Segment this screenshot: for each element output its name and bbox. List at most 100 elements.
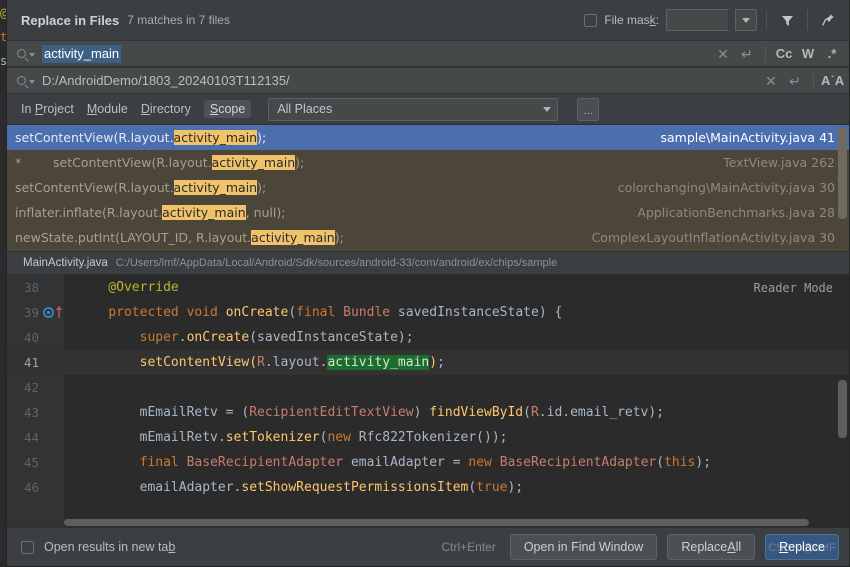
find-match-highlight: activity_main — [327, 355, 430, 370]
scope-tab-in-project[interactable]: In Project — [21, 102, 74, 116]
results-scrollbar[interactable] — [838, 127, 847, 219]
header-divider — [766, 10, 767, 30]
pin-icon[interactable] — [817, 9, 839, 31]
filter-icon[interactable] — [776, 9, 798, 31]
revert-icon[interactable]: ↵ — [736, 47, 758, 61]
scope-browse-button[interactable]: ... — [577, 97, 600, 121]
replace-input[interactable]: D:/AndroidDemo/1803_20240103T112135/ — [42, 73, 760, 88]
line-number: 42 — [23, 380, 39, 395]
reader-mode-label[interactable]: Reader Mode — [754, 281, 833, 295]
chevron-down-icon — [29, 53, 35, 57]
code-line-45: 45 final BaseRecipientAdapter emailAdapt… — [7, 450, 849, 475]
magnifier-glyph — [17, 76, 26, 85]
line-number: 38 — [23, 280, 39, 295]
result-file: ApplicationBenchmarks.java 28 — [637, 205, 835, 220]
code-text: setContentView(R.layout.activity_main); — [139, 355, 445, 370]
code-line-39: 39 protected void onCreate(final Bundle … — [7, 300, 849, 325]
file-mask-input[interactable] — [666, 9, 728, 31]
code-text: protected void onCreate(final Bundle sav… — [108, 305, 563, 320]
result-file: ComplexLayoutInflationActivity.java 30 — [591, 230, 835, 245]
scope-tab-module[interactable]: Module — [87, 102, 128, 116]
code-text: super.onCreate(savedInstanceState); — [139, 330, 414, 345]
code-line-38: 38 @Override — [7, 275, 849, 300]
result-row-2[interactable]: * setContentView(R.layout.activity_main)… — [7, 150, 849, 175]
chevron-down-icon — [742, 17, 750, 23]
match-highlight: activity_main — [211, 155, 296, 170]
match-case-toggle[interactable]: Cc — [773, 47, 795, 60]
preview-path-bar: MainActivity.java C:/Users/lmf/AppData/L… — [7, 251, 849, 275]
screen: @ t s Replace in Files 7 matches in 7 fi… — [0, 0, 850, 567]
scope-select-value: All Places — [277, 102, 333, 116]
code-line-41: 41 setContentView(R.layout.activity_main… — [7, 350, 849, 375]
dialog-header: Replace in Files 7 matches in 7 files Fi… — [7, 0, 849, 40]
close-icon[interactable]: ✕ — [760, 74, 782, 88]
magnifier-glyph — [17, 49, 26, 58]
result-code: setContentView(R.layout.activity_main); — [15, 180, 267, 195]
result-file: TextView.java 262 — [723, 155, 835, 170]
scope-tab-directory[interactable]: Directory — [141, 102, 191, 116]
line-number: 41 — [23, 355, 39, 370]
match-highlight: activity_main — [162, 205, 246, 220]
result-code: setContentView(R.layout.activity_main); — [15, 130, 267, 145]
header-divider-2 — [807, 10, 808, 30]
replace-in-files-dialog: Replace in Files 7 matches in 7 files Fi… — [6, 0, 850, 567]
editor-horizontal-scrollbar[interactable] — [64, 519, 809, 526]
code-text: emailAdapter.setShowRequestPermissionsIt… — [77, 480, 524, 495]
code-line-42: 42 — [7, 375, 849, 400]
editor-vertical-scrollbar[interactable] — [838, 380, 847, 438]
chevron-down-icon — [543, 106, 552, 112]
result-row-1[interactable]: setContentView(R.layout.activity_main); … — [7, 125, 849, 150]
result-row-4[interactable]: inflater.inflate(R.layout.activity_main,… — [7, 200, 849, 225]
page-title: Replace in Files — [21, 12, 120, 28]
gutter-markers[interactable] — [41, 306, 64, 319]
dialog-footer: Open results in new tab Ctrl+Enter Open … — [7, 527, 849, 566]
override-method-icon[interactable] — [43, 307, 54, 318]
result-row-5[interactable]: newState.putInt(LAYOUT_ID, R.layout.acti… — [7, 225, 849, 250]
search-icon[interactable] — [17, 49, 35, 58]
open-in-find-window-button[interactable]: Open in Find Window — [509, 534, 658, 560]
preview-file-path: C:/Users/lmf/AppData/Local/Android/Sdk/s… — [115, 257, 558, 269]
preview-file-name: MainActivity.java — [23, 257, 108, 269]
line-number: 44 — [23, 430, 39, 445]
open-results-new-tab-checkbox[interactable] — [21, 540, 34, 554]
results-list[interactable]: setContentView(R.layout.activity_main); … — [7, 125, 849, 251]
replace-icon[interactable] — [17, 76, 35, 85]
overriding-arrow-icon[interactable] — [55, 306, 63, 319]
search-input[interactable]: activity_main — [42, 45, 712, 63]
regex-toggle[interactable]: .* — [821, 47, 843, 60]
code-text: @Override — [77, 280, 179, 295]
search-row: activity_main ✕ ↵ Cc W .* — [7, 40, 849, 67]
line-number: 45 — [23, 455, 39, 470]
close-icon[interactable]: ✕ — [712, 47, 734, 61]
code-preview[interactable]: 38 @Override 39 protected void onCreate(… — [7, 275, 849, 527]
file-mask-label: File mask: — [604, 13, 659, 27]
replace-all-button[interactable]: Replace All — [667, 534, 756, 560]
result-code: inflater.inflate(R.layout.activity_main,… — [15, 205, 286, 220]
revert-icon[interactable]: ↵ — [784, 74, 806, 88]
line-number: 39 — [23, 305, 39, 320]
preserve-case-toggle[interactable]: A˙A — [821, 74, 844, 87]
code-text: final BaseRecipientAdapter emailAdapter … — [139, 455, 712, 470]
search-row-actions: ✕ ↵ Cc W .* — [712, 45, 843, 62]
match-summary: 7 matches in 7 files — [127, 13, 230, 27]
result-code: * setContentView(R.layout.activity_main)… — [15, 155, 305, 170]
match-highlight: activity_main — [251, 230, 335, 245]
scope-tab-scope[interactable]: Scope — [203, 100, 252, 118]
code-line-44: 44 mEmailRetv.setTokenizer(new Rfc822Tok… — [7, 425, 849, 450]
code-line-46: 46 emailAdapter.setShowRequestPermission… — [7, 475, 849, 500]
code-text: mEmailRetv.setTokenizer(new Rfc822Tokeni… — [77, 430, 508, 445]
result-file: colorchanging\MainActivity.java 30 — [617, 180, 835, 195]
replace-row: D:/AndroidDemo/1803_20240103T112135/ ✕ ↵… — [7, 67, 849, 94]
replace-row-actions: ✕ ↵ A˙A — [760, 72, 844, 89]
line-number: 43 — [23, 405, 39, 420]
file-mask-dropdown-button[interactable] — [735, 9, 757, 31]
line-number: 46 — [23, 480, 39, 495]
open-results-new-tab-label: Open results in new tab — [44, 540, 176, 554]
result-row-3[interactable]: setContentView(R.layout.activity_main); … — [7, 175, 849, 200]
replace-button[interactable]: Replace CSDN @LMF — [765, 534, 839, 560]
divider — [765, 45, 766, 62]
code-line-40: 40 super.onCreate(savedInstanceState); — [7, 325, 849, 350]
scope-select[interactable]: All Places — [268, 97, 559, 121]
file-mask-checkbox[interactable] — [584, 13, 598, 27]
words-toggle[interactable]: W — [797, 47, 819, 60]
